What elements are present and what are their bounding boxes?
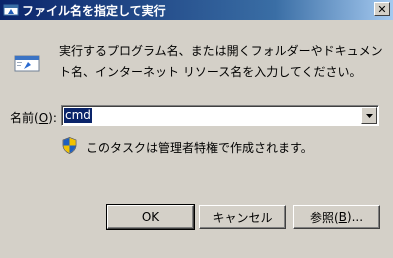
close-button[interactable]: ✕ (374, 2, 390, 16)
title-bar[interactable]: ファイル名を指定して実行 ✕ (0, 0, 393, 20)
dialog-description: 実行するプログラム名、または開くフォルダーやドキュメント名、インターネット リソ… (59, 44, 383, 79)
cancel-button[interactable]: キャンセル (199, 205, 286, 229)
chevron-down-icon (365, 113, 373, 118)
ok-button[interactable]: OK (106, 204, 195, 230)
window-title: ファイル名を指定して実行 (22, 4, 166, 18)
close-icon: ✕ (377, 2, 387, 16)
run-icon (14, 55, 40, 72)
admin-notice: このタスクは管理者特権で作成されます。 (86, 141, 313, 155)
browse-button[interactable]: 参照(B)... (293, 205, 380, 229)
open-input[interactable]: cmd (64, 108, 92, 123)
dropdown-button[interactable] (361, 107, 377, 124)
open-field-label: 名前(O): (10, 111, 57, 125)
run-icon (3, 4, 19, 16)
open-combobox[interactable]: cmd (61, 105, 379, 126)
uac-shield-icon (62, 137, 77, 154)
